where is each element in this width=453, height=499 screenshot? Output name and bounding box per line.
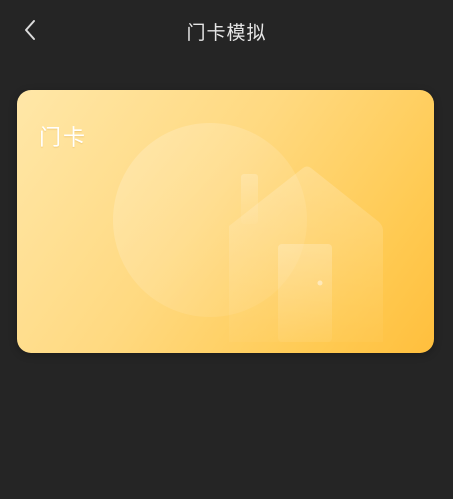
top-bar: 门卡模拟	[0, 0, 453, 64]
house-icon	[229, 166, 383, 342]
card-label: 门卡	[39, 126, 88, 151]
door-card[interactable]: 门卡	[17, 90, 434, 353]
page-title: 门卡模拟	[186, 22, 267, 44]
